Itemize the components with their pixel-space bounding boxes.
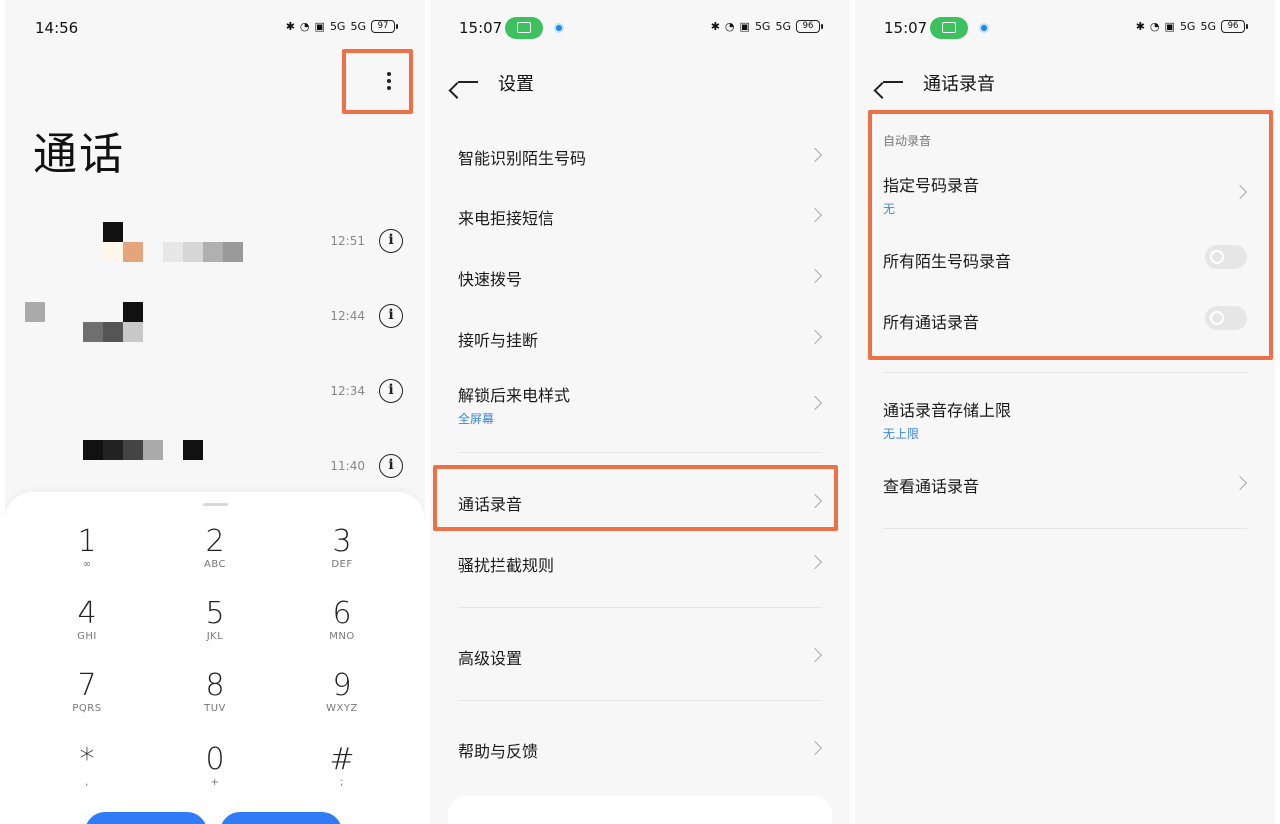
bluetooth-icon: ✱: [1135, 20, 1145, 33]
call-log-item[interactable]: 12:51 i: [5, 212, 425, 272]
back-arrow-icon[interactable]: [881, 74, 903, 90]
signal-icon-2: 5G: [775, 20, 791, 33]
settings-item-call-recording[interactable]: 通话录音: [458, 491, 823, 515]
wifi-icon: ◔: [724, 20, 735, 33]
key-1[interactable]: 1 ∞: [42, 526, 132, 571]
call-button-sim1[interactable]: [85, 812, 207, 824]
screen-cast-icon: [505, 17, 543, 39]
recording-item-storage-limit[interactable]: 通话录音存储上限 无上限: [883, 397, 1247, 442]
section-label-auto-recording: 自动录音: [883, 134, 932, 148]
status-bar: 15:07 ✱ ◔ ▣ 5G 5G 96: [855, 0, 1275, 56]
wifi-icon: ◔: [1149, 20, 1160, 33]
key-5[interactable]: 5 JKL: [170, 598, 260, 643]
app-notification-icon: [554, 23, 564, 33]
bluetooth-icon: ✱: [710, 20, 720, 33]
call-log-item[interactable]: 12:44 i: [5, 290, 425, 350]
signal-icon-2: 5G: [1200, 20, 1216, 33]
recording-item-unknown-numbers[interactable]: 所有陌生号码录音: [883, 248, 1247, 272]
hd-icon: ▣: [1164, 20, 1175, 33]
dial-pad: 1 ∞ 2 ABC 3 DEF 4 GHI 5 JKL 6 MNO 7 PQRS 8 TUV 9…: [5, 492, 425, 824]
key-0[interactable]: 0 +: [170, 744, 260, 789]
highlight-box: [342, 49, 413, 114]
signal-icon: 5G: [329, 20, 346, 33]
status-time: 15:07: [459, 19, 503, 37]
drag-handle[interactable]: [203, 503, 228, 506]
header: 设置: [430, 56, 850, 112]
call-log-item[interactable]: 12:34 i: [5, 365, 425, 425]
key-star[interactable]: *,: [42, 744, 132, 789]
app-notification-icon: [979, 23, 989, 33]
settings-item-help-feedback[interactable]: 帮助与反馈: [458, 738, 823, 762]
status-icons: ✱ ◔ ▣ 5G 5G 97: [285, 20, 398, 33]
call-button-sim2[interactable]: [220, 812, 342, 824]
signal-icon: 5G: [754, 20, 771, 33]
status-bar: 14:56 ✱ ◔ ▣ 5G 5G 97: [5, 0, 425, 56]
settings-item-unknown-number[interactable]: 智能识别陌生号码: [458, 145, 823, 169]
key-2[interactable]: 2 ABC: [170, 526, 260, 571]
wifi-icon: ◔: [299, 20, 310, 33]
key-6[interactable]: 6 MNO: [297, 598, 387, 643]
page-title: 通话: [33, 129, 125, 180]
status-bar: 15:07 ✱ ◔ ▣ 5G 5G 96: [430, 0, 850, 56]
divider: [458, 700, 822, 701]
header: 通话录音: [855, 56, 1275, 112]
info-icon[interactable]: i: [379, 304, 403, 328]
divider: [458, 607, 822, 608]
status-time: 15:07: [884, 19, 928, 37]
key-7[interactable]: 7 PQRS: [42, 670, 132, 715]
status-icons: ✱ ◔ ▣ 5G 5G 96: [710, 20, 823, 33]
recording-item-view-recordings[interactable]: 查看通话录音: [883, 473, 1248, 497]
settings-item-answer-hangup[interactable]: 接听与挂断: [458, 327, 823, 351]
settings-item-speed-dial[interactable]: 快速拨号: [458, 266, 823, 290]
call-time: 12:34: [330, 384, 365, 398]
bluetooth-icon: ✱: [285, 20, 295, 33]
info-icon[interactable]: i: [379, 379, 403, 403]
bottom-card: [448, 796, 832, 824]
info-icon[interactable]: i: [379, 229, 403, 253]
screen-cast-icon: [930, 17, 968, 39]
more-options-icon[interactable]: [386, 72, 392, 94]
status-time: 14:56: [35, 19, 79, 37]
signal-icon-2: 5G: [350, 20, 366, 33]
settings-item-block-rules[interactable]: 骚扰拦截规则: [458, 552, 823, 576]
back-arrow-icon[interactable]: [456, 74, 478, 90]
call-time: 12:51: [330, 234, 365, 248]
divider: [883, 372, 1247, 373]
key-4[interactable]: 4 GHI: [42, 598, 132, 643]
divider: [883, 528, 1247, 529]
page-title: 设置: [498, 74, 534, 95]
status-icons: ✱ ◔ ▣ 5G 5G 96: [1135, 20, 1248, 33]
hd-icon: ▣: [739, 20, 750, 33]
settings-item-incoming-style[interactable]: 解锁后来电样式 全屏幕: [458, 382, 823, 427]
key-hash[interactable]: #;: [297, 744, 387, 789]
settings-screen: 15:07 ✱ ◔ ▣ 5G 5G 96 设置 智能识别陌生号码 来电拒接短信 …: [430, 0, 850, 824]
key-8[interactable]: 8 TUV: [170, 670, 260, 715]
toggle-unknown-numbers[interactable]: [1205, 245, 1247, 269]
settings-item-advanced[interactable]: 高级设置: [458, 645, 823, 669]
call-recording-screen: 15:07 ✱ ◔ ▣ 5G 5G 96 通话录音 自动录音 指定号码录音无 所…: [855, 0, 1275, 824]
voicemail-icon: ∞: [82, 559, 92, 570]
info-icon[interactable]: i: [379, 454, 403, 478]
key-9[interactable]: 9 WXYZ: [297, 670, 387, 715]
recording-item-all-calls[interactable]: 所有通话录音: [883, 309, 1247, 333]
call-time: 11:40: [330, 459, 365, 473]
battery-icon: 96: [1221, 20, 1248, 33]
key-3[interactable]: 3 DEF: [297, 526, 387, 571]
dialer-screen: 14:56 ✱ ◔ ▣ 5G 5G 97 通话 12:51 i 12:44 i …: [5, 0, 425, 824]
call-log-item[interactable]: 11:40 i: [5, 430, 425, 490]
signal-icon: 5G: [1179, 20, 1196, 33]
call-time: 12:44: [330, 309, 365, 323]
battery-icon: 97: [371, 20, 398, 33]
settings-item-reject-sms[interactable]: 来电拒接短信: [458, 205, 823, 229]
page-title: 通话录音: [923, 74, 995, 95]
recording-item-specified-numbers[interactable]: 指定号码录音无: [883, 172, 1248, 217]
battery-icon: 96: [796, 20, 823, 33]
divider: [458, 452, 822, 453]
toggle-all-calls[interactable]: [1205, 306, 1247, 330]
hd-icon: ▣: [314, 20, 325, 33]
